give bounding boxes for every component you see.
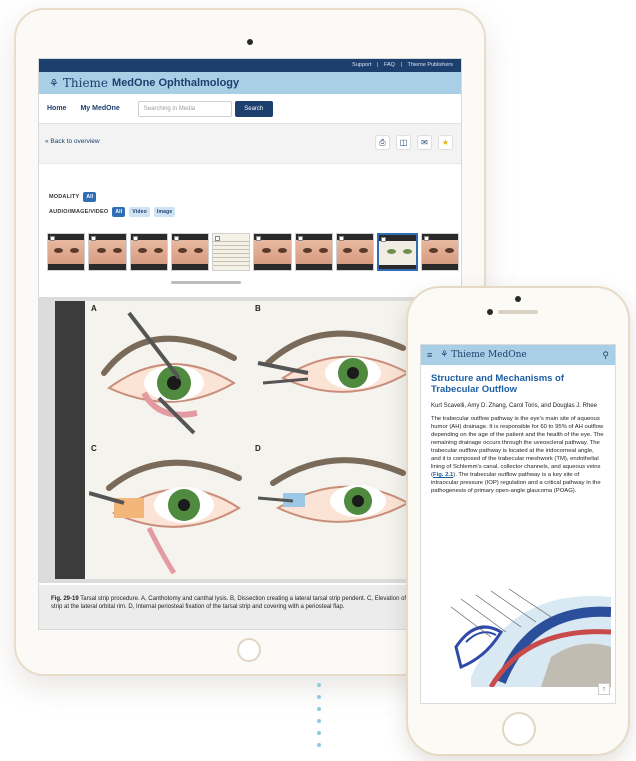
thumbnail-strip — [47, 233, 459, 275]
modality-chip-all[interactable]: All — [83, 192, 97, 202]
media-chip-all[interactable]: All — [112, 207, 126, 217]
separator: | — [400, 62, 402, 68]
media-thumbnail[interactable] — [253, 233, 292, 271]
tablet-screen: Support | FAQ | Thieme Publishers ⚘ Thie… — [38, 58, 462, 630]
nav-my-medone[interactable]: My MedOne — [80, 105, 119, 112]
surgical-illustration: A B C D — [85, 301, 415, 579]
search-icon[interactable]: ⚲ — [602, 350, 609, 361]
media-thumbnail[interactable] — [88, 233, 127, 271]
media-filters: MODALITY All AUDIO/IMAGE/VIDEO All Video… — [39, 183, 461, 289]
anatomy-illustration — [431, 577, 612, 689]
utility-bar: Support | FAQ | Thieme Publishers — [39, 59, 461, 72]
tool-buttons: ⎙ ◫ ✉ ★ — [375, 135, 453, 150]
back-to-overview-link[interactable]: « Back to overview — [45, 138, 100, 145]
caption-text: Tarsal strip procedure. A, Canthotomy an… — [51, 596, 439, 610]
thumbnail-scrollbar[interactable] — [171, 281, 241, 284]
media-chip-video[interactable]: Video — [129, 207, 150, 217]
phone-screen: ≡ ⚘ Thieme MedOne ⚲ Structure and Mechan… — [420, 344, 616, 704]
print-icon[interactable]: ⎙ — [375, 135, 390, 150]
figure-panel-b: B — [253, 303, 413, 437]
brand-bar: ⚘ Thieme MedOne Ophthalmology — [39, 72, 461, 94]
marketing-stage: Support | FAQ | Thieme Publishers ⚘ Thie… — [0, 0, 636, 761]
thieme-logo[interactable]: ⚘ Thieme MedOne Ophthalmology — [49, 76, 239, 90]
phone-front-camera — [515, 296, 521, 302]
media-thumbnail[interactable] — [420, 233, 459, 271]
media-thumbnail[interactable] — [294, 233, 334, 271]
figure-margin — [55, 301, 85, 579]
figure-panel-c: C — [88, 443, 249, 577]
document-icon[interactable]: ◫ — [396, 135, 411, 150]
panel-letter-a: A — [91, 304, 97, 313]
media-type-filter: AUDIO/IMAGE/VIDEO All Video Image — [49, 207, 176, 217]
media-chip-image[interactable]: Image — [153, 207, 176, 217]
nav-home[interactable]: Home — [47, 105, 66, 112]
phone-header: ≡ ⚘ Thieme MedOne ⚲ — [421, 345, 615, 365]
faq-link[interactable]: FAQ — [384, 62, 395, 68]
panel-letter-c: C — [91, 444, 97, 453]
phone-brand-name: Thieme — [451, 350, 486, 360]
media-thumbnail[interactable] — [47, 233, 86, 271]
search-input[interactable]: Searching in Media — [137, 100, 232, 117]
star-icon[interactable]: ★ — [438, 135, 453, 150]
tablet-camera — [247, 39, 253, 45]
phone-sensor — [487, 309, 493, 315]
paragraph-text-end: ). The trabecular outflow pathway is a k… — [431, 472, 601, 494]
media-thumbnail[interactable] — [170, 233, 210, 271]
panel-letter-d: D — [255, 444, 261, 453]
figure-link[interactable]: Fig. 2.1 — [433, 472, 453, 478]
phone-speaker — [498, 310, 538, 314]
connector-dots — [316, 683, 322, 755]
article-paragraph: The trabecular outflow pathway is the ey… — [431, 415, 605, 495]
toolbar: « Back to overview ⎙ ◫ ✉ ★ — [39, 124, 461, 164]
figure-caption: Fig. 29-19 Tarsal strip procedure. A, Ca… — [39, 585, 461, 629]
support-link[interactable]: Support — [352, 62, 371, 68]
phone-product-name: MedOne — [487, 350, 527, 360]
scroll-to-top-icon[interactable]: ↑ — [598, 683, 610, 695]
phone-device: ≡ ⚘ Thieme MedOne ⚲ Structure and Mechan… — [406, 286, 630, 756]
media-thumbnail[interactable] — [212, 233, 251, 271]
product-name: MedOne Ophthalmology — [112, 77, 240, 89]
brand-name: Thieme — [62, 76, 109, 90]
separator: | — [376, 62, 379, 68]
paragraph-text-start: The trabecular outflow pathway is the ey… — [431, 416, 604, 478]
article-title: Structure and Mechanisms of Trabecular O… — [431, 373, 565, 395]
article-body: Structure and Mechanisms of Trabecular O… — [421, 365, 615, 503]
figure-panel-a: A — [89, 303, 249, 437]
caption-label: Fig. 29-19 — [51, 596, 79, 602]
thieme-emblem-icon: ⚘ — [49, 76, 59, 90]
media-type-label: AUDIO/IMAGE/VIDEO — [49, 209, 109, 215]
media-thumbnail[interactable] — [336, 233, 375, 271]
comment-icon[interactable]: ✉ — [417, 135, 432, 150]
main-nav: Home My MedOne Searching in Media Search — [39, 94, 461, 124]
phone-logo[interactable]: ⚘ Thieme MedOne — [440, 350, 602, 360]
modality-filter: MODALITY All — [49, 192, 97, 202]
modality-label: MODALITY — [49, 194, 80, 200]
tablet-home-button[interactable] — [237, 638, 261, 662]
media-thumbnail-selected[interactable] — [377, 233, 418, 271]
figure-panel-d: D — [253, 443, 413, 577]
figure-viewer: A B C D — [39, 297, 461, 583]
search-button[interactable]: Search — [234, 100, 273, 117]
hamburger-menu-icon[interactable]: ≡ — [427, 350, 432, 360]
phone-home-button[interactable] — [502, 712, 536, 746]
media-thumbnail[interactable] — [129, 233, 168, 271]
panel-letter-b: B — [255, 304, 261, 313]
publishers-link[interactable]: Thieme Publishers — [407, 62, 453, 68]
article-authors: Kurt Scavelli, Amy D. Zhang, Carol Toris… — [431, 403, 597, 409]
